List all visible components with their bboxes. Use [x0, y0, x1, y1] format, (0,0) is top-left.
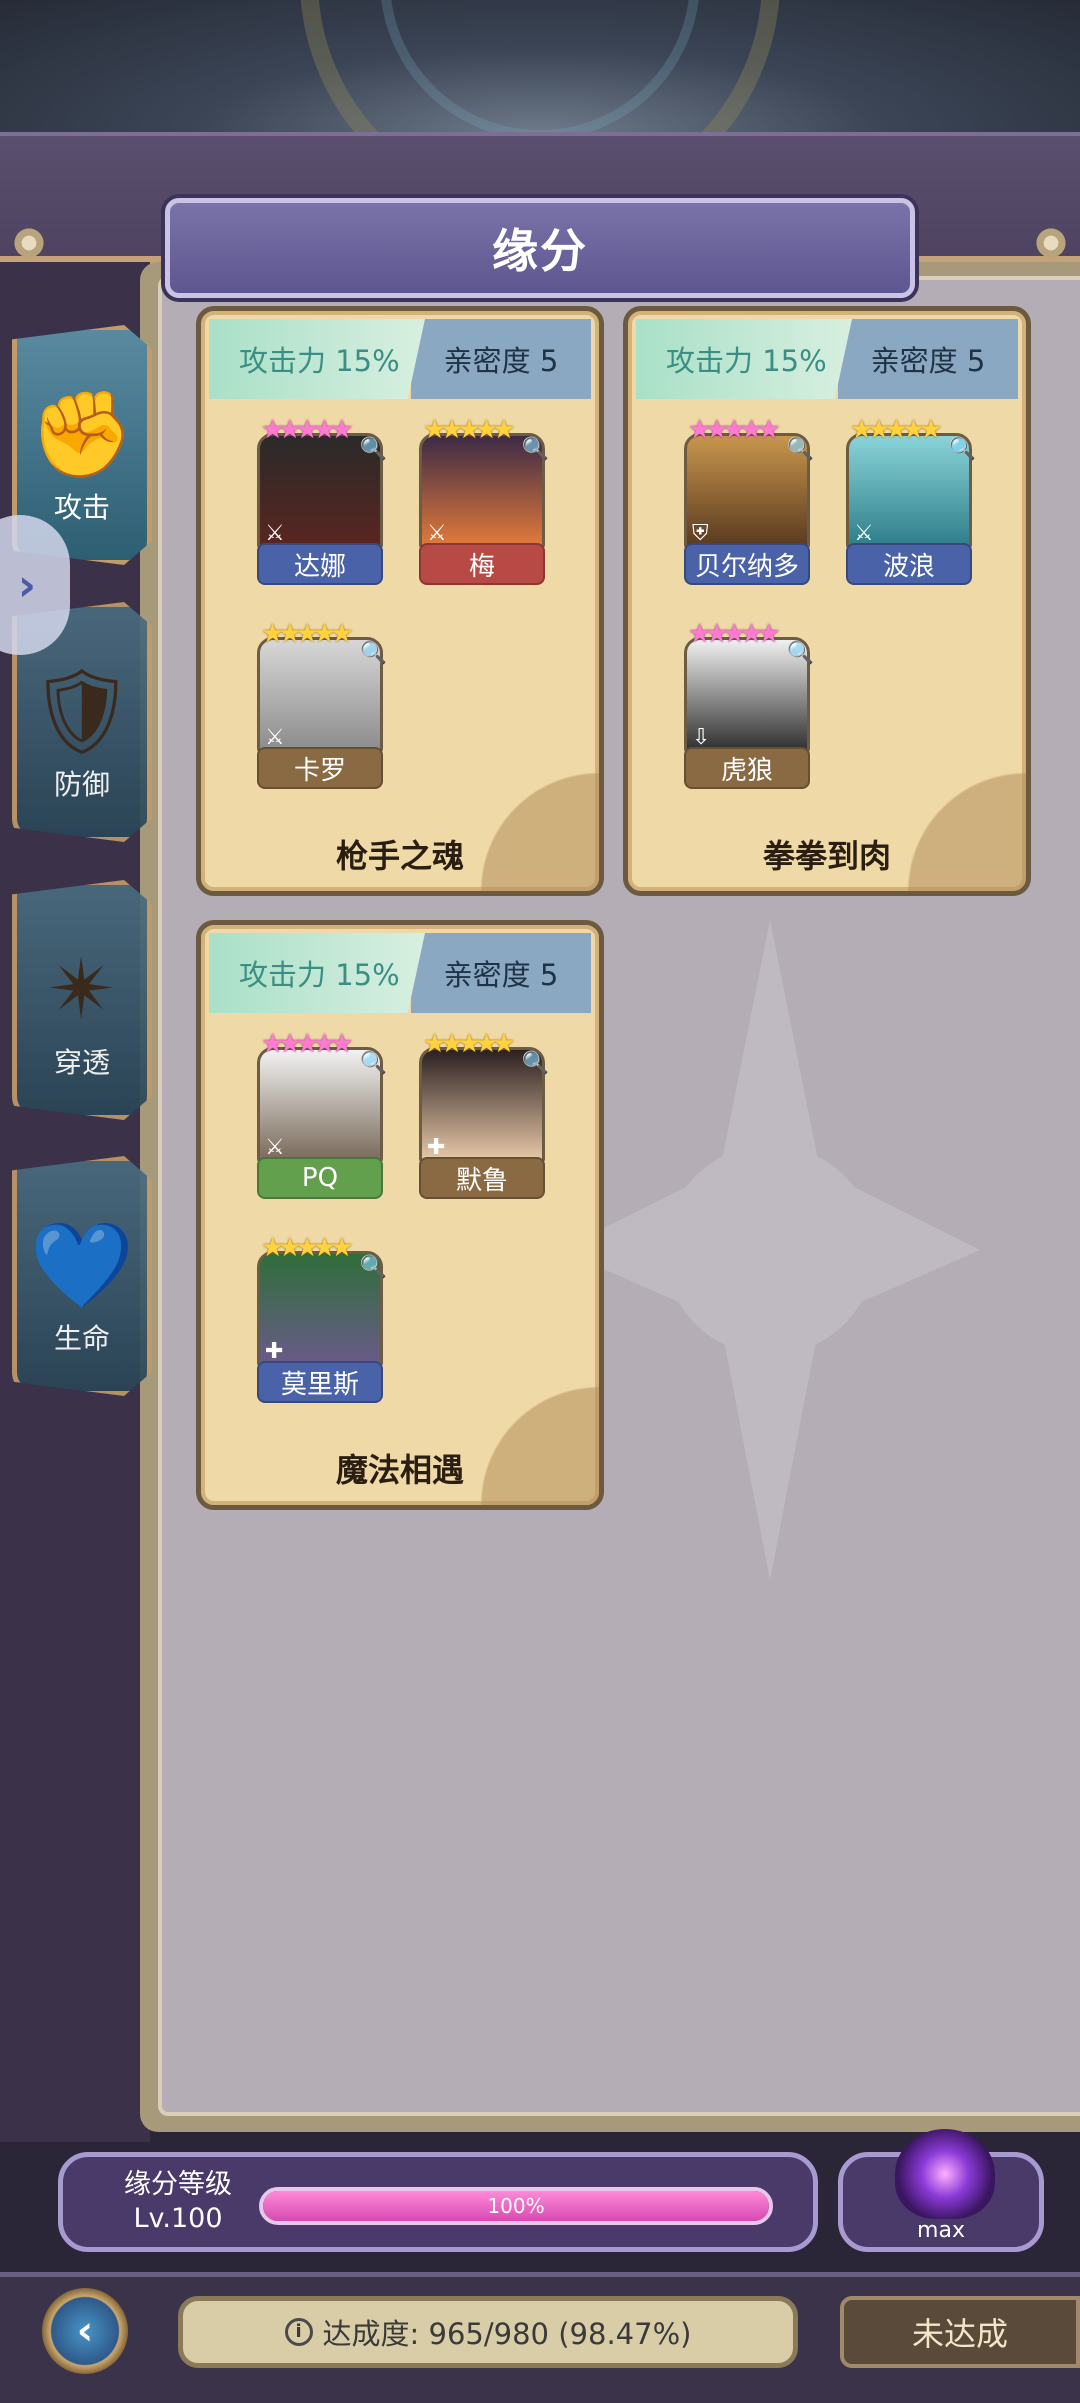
- hero-slot[interactable]: ★★★★★ 🔍 ✚ 默鲁: [415, 1029, 549, 1205]
- hero-name: PQ: [257, 1157, 383, 1199]
- hero-name: 默鲁: [419, 1157, 545, 1199]
- bond-card[interactable]: 攻击力 15% 亲密度 5 ★★★★★ 🔍 ⛨ 贝尔纳多 ★★★★★ 🔍 ⚔ 波…: [623, 306, 1031, 896]
- hero-slot[interactable]: ★★★★★ 🔍 ⛨ 贝尔纳多: [680, 415, 814, 591]
- tab-label: 穿透: [53, 1046, 110, 1079]
- star-watermark: [560, 920, 980, 1580]
- gear-ornament-right: [1034, 226, 1068, 260]
- hero-name: 虎狼: [684, 747, 810, 789]
- hero-slot[interactable]: ★★★★★ 🔍 ⇩ 虎狼: [680, 619, 814, 795]
- shield-icon: 🛡: [28, 662, 136, 760]
- hero-name: 莫里斯: [257, 1361, 383, 1403]
- level-label: 缘分等级 Lv.100: [103, 2168, 253, 2236]
- chevron-right-icon: ›: [17, 559, 36, 611]
- info-icon[interactable]: i: [284, 2318, 313, 2346]
- progress-text: 100%: [487, 2194, 545, 2218]
- bond-name: 拳拳到肉: [762, 837, 891, 875]
- zoom-icon[interactable]: 🔍: [522, 437, 549, 462]
- zoom-icon[interactable]: 🔍: [949, 437, 976, 462]
- page-title: 缘分: [492, 224, 588, 278]
- orb-label: max: [917, 2218, 965, 2243]
- bond-affinity: 亲密度 5: [411, 933, 591, 1013]
- hero-name: 卡罗: [257, 747, 383, 789]
- tab-label: 生命: [53, 1322, 110, 1355]
- level-value: Lv.100: [133, 2203, 223, 2234]
- back-button[interactable]: ‹: [42, 2288, 128, 2374]
- tab-label: 防御: [53, 768, 110, 801]
- zoom-icon[interactable]: 🔍: [360, 1051, 387, 1076]
- gear-ornament-left: [12, 226, 46, 260]
- hero-name: 梅: [419, 543, 545, 585]
- bond-stat: 攻击力 15%: [636, 319, 852, 399]
- orb-icon: [895, 2129, 995, 2219]
- header-artwork: [0, 0, 1080, 135]
- chevron-left-icon: ‹: [76, 2308, 94, 2354]
- tab-life[interactable]: 💙 生命: [12, 1156, 152, 1396]
- level-title: 缘分等级: [124, 2169, 232, 2200]
- hero-name: 贝尔纳多: [684, 543, 810, 585]
- status-button[interactable]: 未达成: [840, 2296, 1080, 2368]
- burst-icon: ✴: [46, 940, 118, 1038]
- zoom-icon[interactable]: 🔍: [360, 437, 387, 462]
- bond-card[interactable]: 攻击力 15% 亲密度 5 ★★★★★ 🔍 ⚔ PQ ★★★★★ 🔍 ✚ 默鲁 …: [196, 920, 604, 1510]
- hero-slot[interactable]: ★★★★★ 🔍 ⚔ PQ: [253, 1029, 387, 1205]
- hero-slot[interactable]: ★★★★★ 🔍 ⚔ 波浪: [842, 415, 976, 591]
- tab-label: 攻击: [53, 491, 110, 524]
- bond-affinity: 亲密度 5: [411, 319, 591, 399]
- hero-slot[interactable]: ★★★★★ 🔍 ⚔ 卡罗: [253, 619, 387, 795]
- hero-name: 波浪: [846, 543, 972, 585]
- achievement-text: 达成度: 965/980 (98.47%): [322, 2317, 692, 2351]
- level-progress-bar: 100%: [259, 2187, 773, 2225]
- hero-slot[interactable]: ★★★★★ 🔍 ⚔ 达娜: [253, 415, 387, 591]
- bond-affinity: 亲密度 5: [838, 319, 1018, 399]
- max-orb-button[interactable]: max: [838, 2129, 1044, 2252]
- bond-stat: 攻击力 15%: [209, 933, 425, 1013]
- achievement-bar: i 达成度: 965/980 (98.47%): [178, 2296, 798, 2368]
- bond-card[interactable]: 攻击力 15% 亲密度 5 ★★★★★ 🔍 ⚔ 达娜 ★★★★★ 🔍 ⚔ 梅 ★…: [196, 306, 604, 896]
- hero-slot[interactable]: ★★★★★ 🔍 ⚔ 梅: [415, 415, 549, 591]
- page-title-plate: 缘分: [165, 198, 915, 298]
- zoom-icon[interactable]: 🔍: [360, 641, 387, 666]
- bond-level-panel: 缘分等级 Lv.100 100%: [58, 2152, 818, 2252]
- fist-icon: ✊: [29, 385, 135, 483]
- zoom-icon[interactable]: 🔍: [360, 1255, 387, 1280]
- bond-name: 枪手之魂: [335, 837, 464, 875]
- zoom-icon[interactable]: 🔍: [787, 641, 814, 666]
- tab-penetration[interactable]: ✴ 穿透: [12, 880, 152, 1120]
- bond-name: 魔法相遇: [335, 1451, 464, 1489]
- zoom-icon[interactable]: 🔍: [522, 1051, 549, 1076]
- hero-name: 达娜: [257, 543, 383, 585]
- hero-slot[interactable]: ★★★★★ 🔍 ✚ 莫里斯: [253, 1233, 387, 1409]
- expand-side-button[interactable]: ›: [0, 515, 70, 655]
- heart-icon: 💙: [29, 1216, 135, 1314]
- bond-stat: 攻击力 15%: [209, 319, 425, 399]
- zoom-icon[interactable]: 🔍: [787, 437, 814, 462]
- status-text: 未达成: [911, 2315, 1008, 2353]
